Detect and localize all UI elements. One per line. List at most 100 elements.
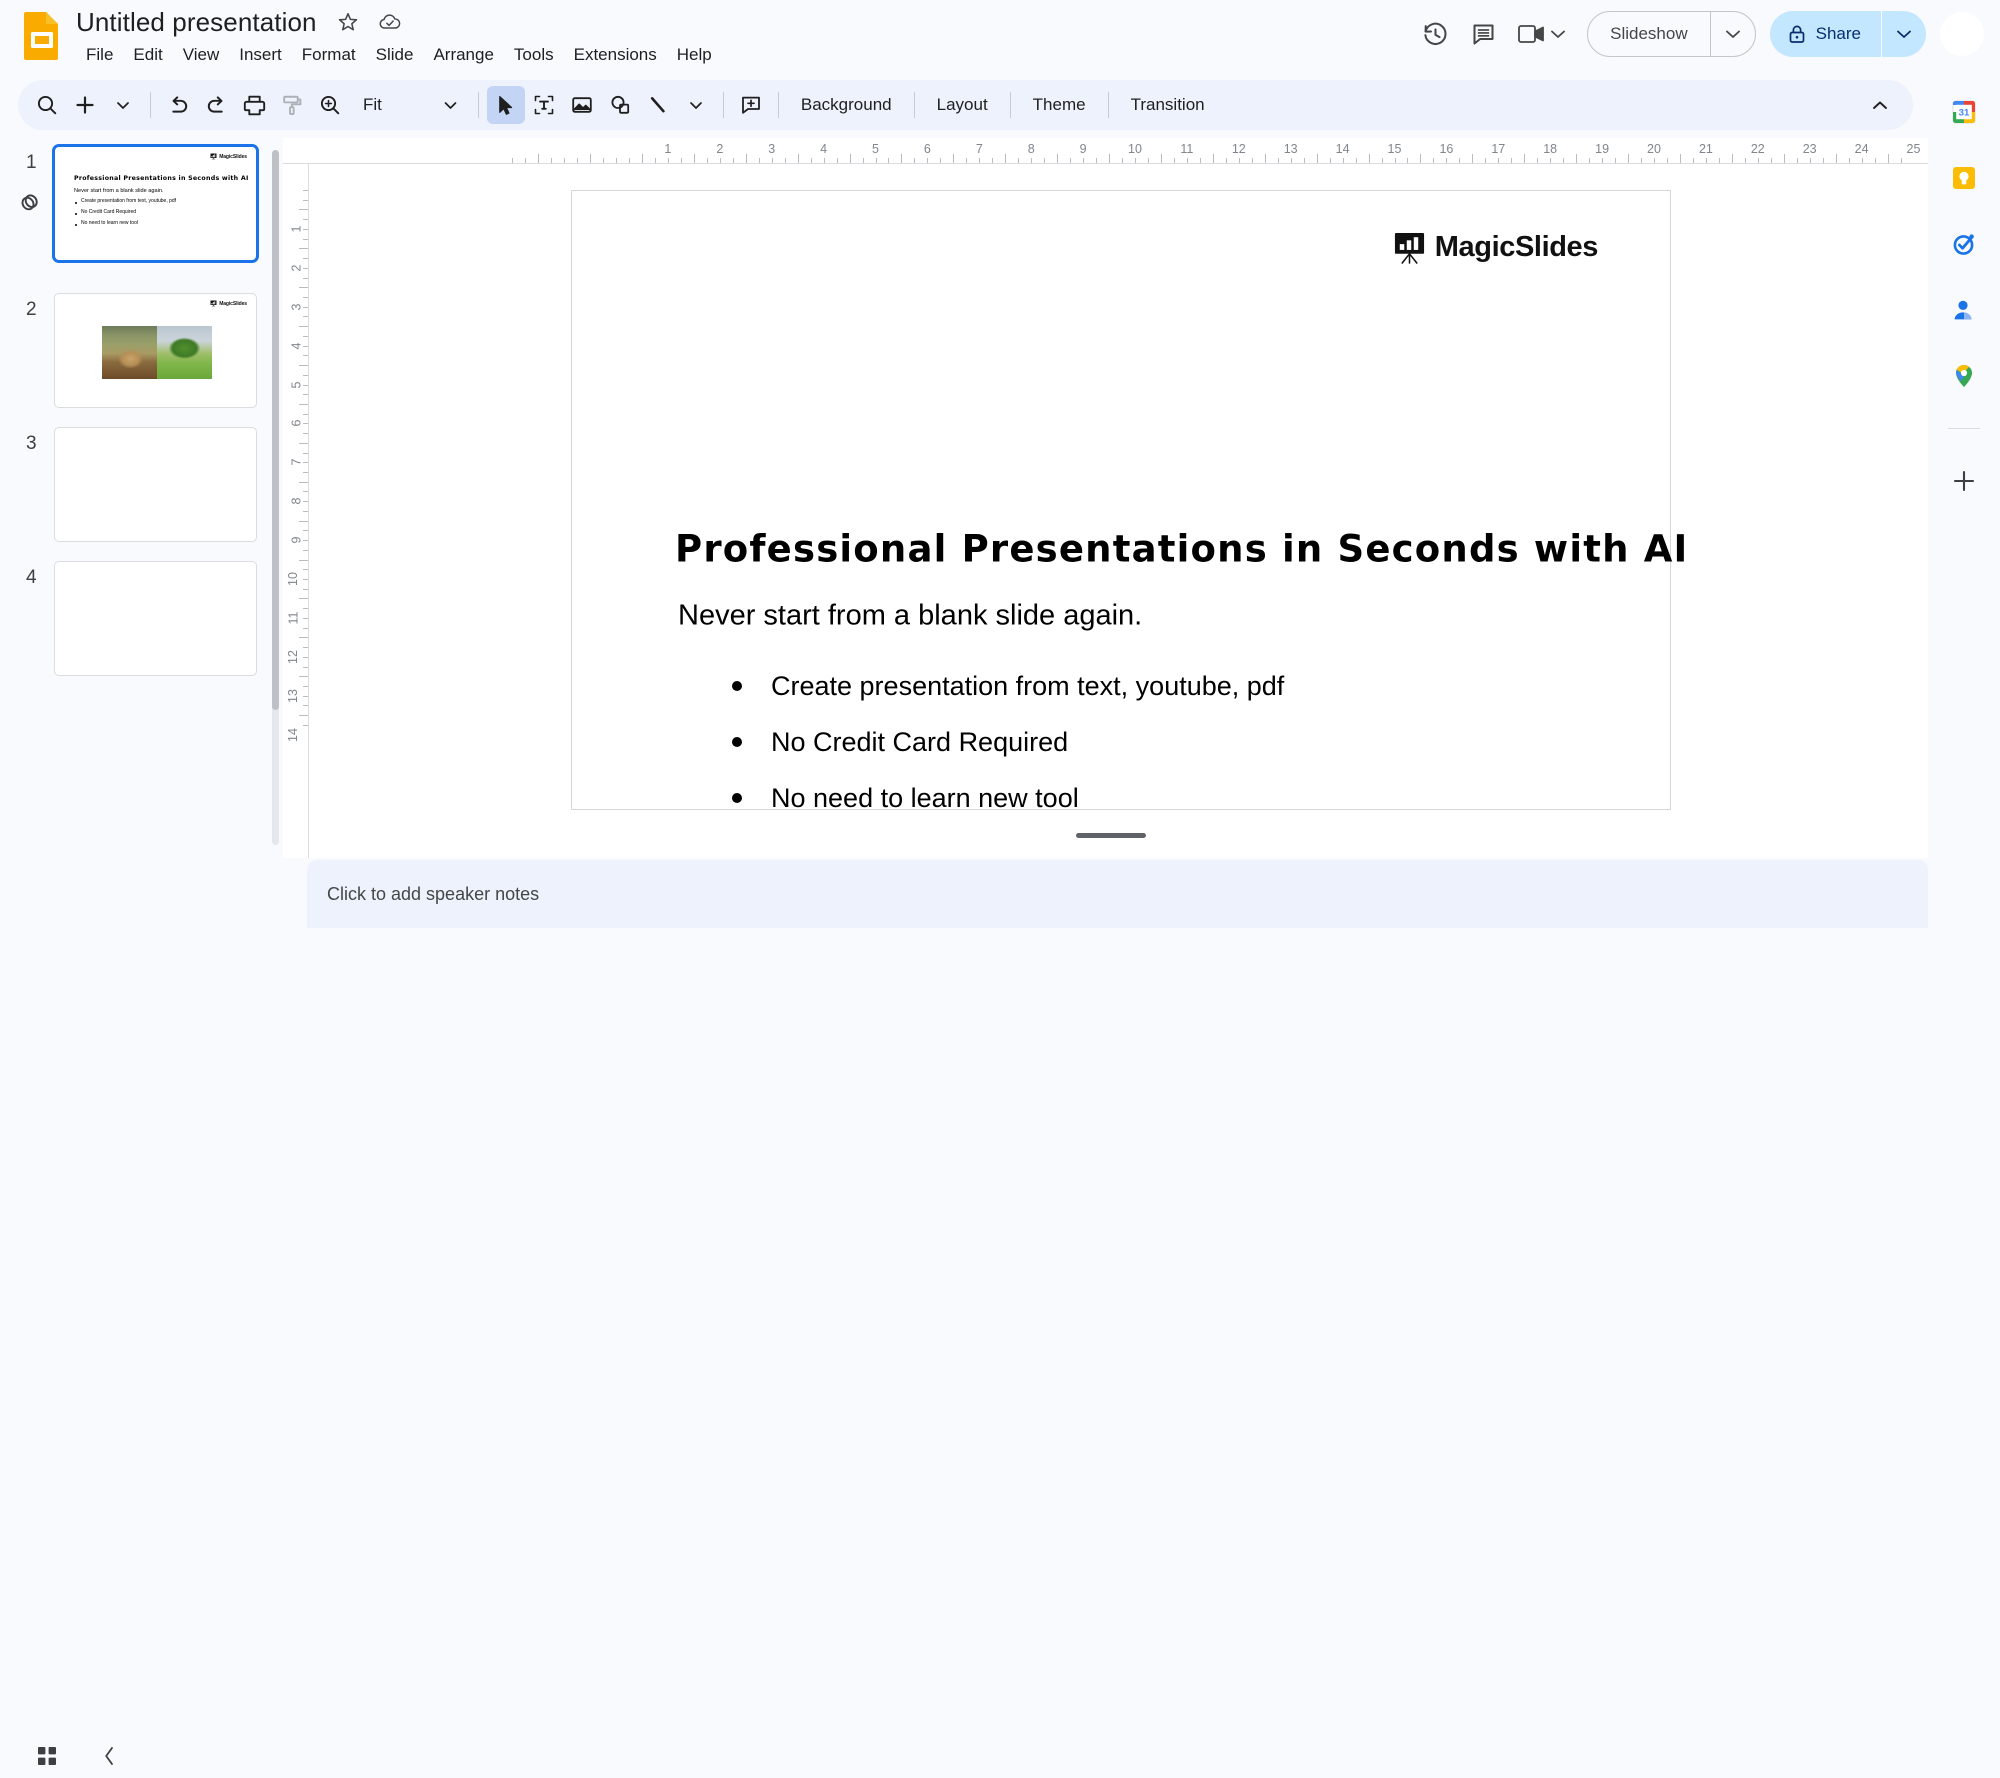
ruler-tick [303, 685, 308, 687]
filmstrip-slide-2[interactable]: 2 MagicSlides [0, 285, 283, 418]
menu-extensions[interactable]: Extensions [564, 42, 667, 68]
vertical-ruler[interactable]: 1 2 3 4 5 6 7 8 9 10 11 12 13 14 [283, 164, 309, 858]
ruler-tick [303, 705, 308, 707]
undo-icon[interactable] [159, 86, 197, 124]
version-history-icon[interactable] [1411, 10, 1459, 58]
thumb-bullet: Create presentation from text, youtube, … [81, 198, 177, 204]
redo-icon[interactable] [197, 86, 235, 124]
menu-slide[interactable]: Slide [366, 42, 424, 68]
ruler-tick [299, 520, 308, 522]
ruler-tick [1446, 158, 1448, 163]
slide-subtitle[interactable]: Never start from a blank slide again. [678, 600, 1142, 633]
add-comment-icon[interactable] [732, 86, 770, 124]
star-icon[interactable] [337, 11, 359, 33]
grid-view-icon[interactable] [25, 1734, 69, 1778]
slide-thumbnail[interactable] [54, 427, 257, 542]
filmstrip-slide-4[interactable]: 4 [0, 553, 283, 686]
insert-image-icon[interactable] [563, 86, 601, 124]
transition-button[interactable]: Transition [1117, 86, 1219, 124]
maps-icon[interactable] [1944, 356, 1984, 396]
menu-arrange[interactable]: Arrange [423, 42, 503, 68]
notes-resize-handle[interactable] [1076, 833, 1146, 838]
layout-button[interactable]: Layout [923, 86, 1002, 124]
avatar[interactable] [1940, 12, 1984, 56]
paint-format-icon[interactable] [273, 86, 311, 124]
filmstrip-scrollbar-thumb[interactable] [272, 150, 279, 710]
calendar-icon[interactable]: 31 [1944, 92, 1984, 132]
zoom-chevron-down-icon[interactable] [432, 86, 470, 124]
menu-file[interactable]: File [76, 42, 123, 68]
slide-bullet-list[interactable]: Create presentation from text, youtube, … [732, 669, 1284, 837]
cloud-saved-icon[interactable] [378, 11, 402, 33]
new-slide-chevron-down-icon[interactable] [104, 86, 142, 124]
ruler-tick [590, 154, 592, 163]
select-cursor-icon[interactable] [486, 86, 525, 124]
magicslides-logo: MagicSlides [210, 300, 247, 307]
bullet-item[interactable]: No need to learn new tool [732, 781, 1284, 837]
menu-format[interactable]: Format [292, 42, 366, 68]
slide-thumbnail[interactable] [54, 561, 257, 676]
slide-thumbnail[interactable]: MagicSlides Professional Presentations i… [52, 144, 259, 263]
link-chain-icon[interactable] [16, 190, 42, 216]
ruler-tick [1757, 158, 1759, 163]
ruler-tick-label: 7 [975, 142, 983, 156]
ruler-tick [706, 158, 708, 163]
collapse-toolbar-chevron-up-icon[interactable] [1861, 86, 1899, 124]
menu-help[interactable]: Help [667, 42, 722, 68]
add-app-plus-icon[interactable] [1944, 461, 1984, 501]
slide-thumbnail[interactable]: MagicSlides [54, 293, 257, 408]
comment-icon[interactable] [1459, 10, 1507, 58]
zoom-icon[interactable] [311, 86, 349, 124]
line-chevron-down-icon[interactable] [677, 86, 715, 124]
filmstrip-slide-1[interactable]: 1 MagicSlides Professional Presentations… [0, 138, 283, 284]
meet-button[interactable] [1507, 12, 1573, 56]
menu-tools[interactable]: Tools [504, 42, 564, 68]
tasks-icon[interactable] [1944, 224, 1984, 264]
ruler-tick [299, 676, 308, 678]
slideshow-button[interactable]: Slideshow [1588, 12, 1710, 56]
print-icon[interactable] [235, 86, 273, 124]
horizontal-ruler[interactable]: 1 2 3 4 5 6 7 8 9 10 11 12 13 14 15 16 17 18 19 20 21 22 23 24 2… [283, 138, 1928, 164]
shape-icon[interactable] [601, 86, 639, 124]
main-toolbar: Fit Background Layout Theme Transition [18, 80, 1913, 130]
background-button[interactable]: Background [787, 86, 906, 124]
menu-edit[interactable]: Edit [123, 42, 172, 68]
new-slide-button[interactable] [66, 86, 104, 124]
filmstrip-scrollbar[interactable] [272, 150, 279, 845]
share-options-chevron-down-icon[interactable] [1882, 11, 1926, 57]
current-slide[interactable]: MagicSlides Professional Presentations i… [571, 190, 1687, 813]
bullet-text: No need to learn new tool [771, 783, 1079, 813]
menu-view[interactable]: View [173, 42, 230, 68]
bullet-item[interactable]: No Credit Card Required [732, 725, 1284, 781]
ruler-tick [303, 588, 308, 590]
ruler-tick [1887, 154, 1889, 163]
collapse-filmstrip-chevron-left-icon[interactable] [87, 1734, 131, 1778]
ruler-tick [901, 154, 903, 163]
ruler-tick [849, 154, 851, 163]
zoom-level-value[interactable]: Fit [349, 86, 396, 124]
contacts-icon[interactable] [1944, 290, 1984, 330]
slide-filmstrip[interactable]: 1 MagicSlides Professional Presentations… [0, 138, 283, 858]
text-box-icon[interactable] [525, 86, 563, 124]
magicslides-logo[interactable]: MagicSlides [1393, 231, 1598, 264]
ruler-tick [303, 627, 308, 629]
speaker-notes-box[interactable]: Click to add speaker notes [307, 860, 1928, 928]
search-icon[interactable] [28, 86, 66, 124]
document-title[interactable]: Untitled presentation [76, 6, 317, 38]
ruler-tick-label: 2 [289, 264, 304, 272]
slideshow-options-chevron-down-icon[interactable] [1711, 12, 1755, 56]
ruler-tick [303, 569, 308, 571]
ruler-tick [299, 598, 308, 600]
ruler-tick [1472, 154, 1474, 163]
filmstrip-slide-3[interactable]: 3 [0, 419, 283, 552]
thumb-bullet: No need to learn new tool [81, 220, 138, 226]
share-button[interactable]: Share [1770, 11, 1881, 57]
bullet-item[interactable]: Create presentation from text, youtube, … [732, 669, 1284, 725]
theme-button[interactable]: Theme [1019, 86, 1100, 124]
slide-title[interactable]: Professional Presentations in Seconds wi… [675, 528, 1689, 571]
menu-insert[interactable]: Insert [229, 42, 292, 68]
ruler-tick [1342, 158, 1344, 163]
line-icon[interactable] [639, 86, 677, 124]
slides-logo-icon[interactable] [20, 10, 64, 62]
keep-icon[interactable] [1944, 158, 1984, 198]
